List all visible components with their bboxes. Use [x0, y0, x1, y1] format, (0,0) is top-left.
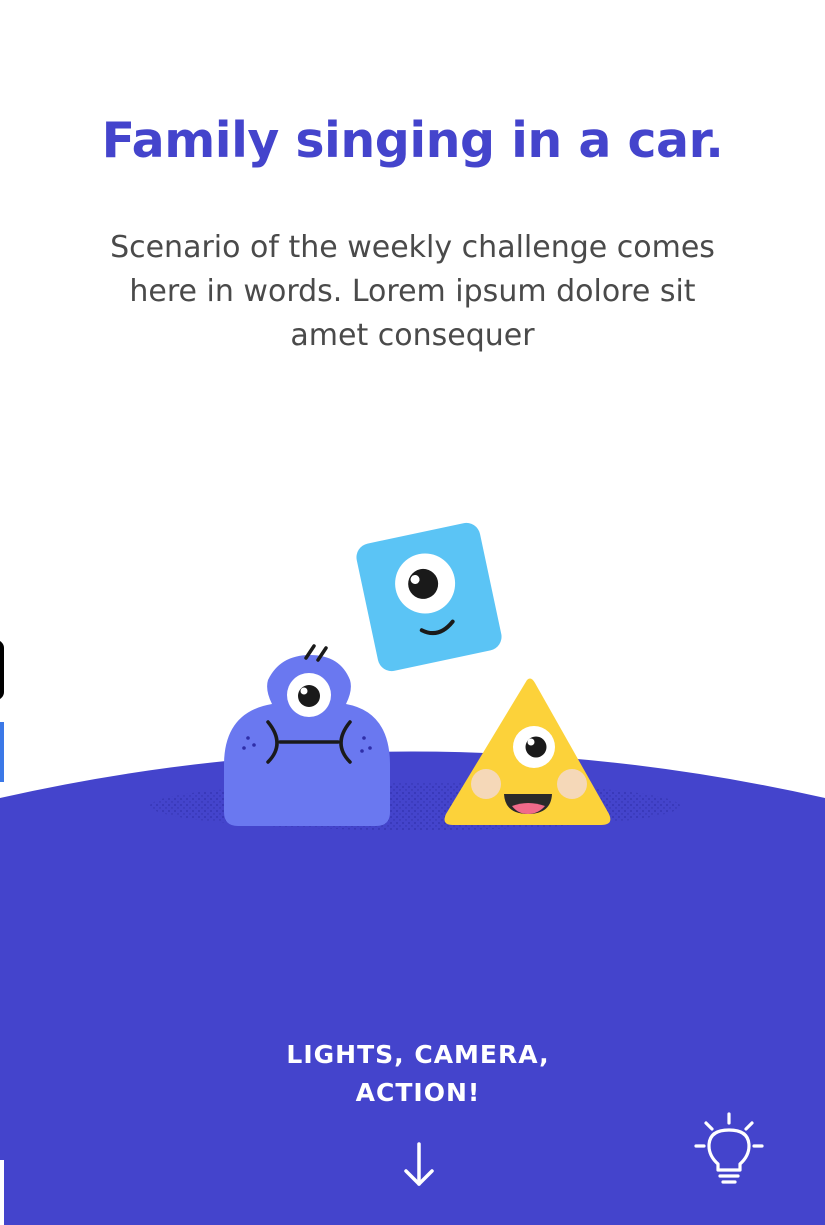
challenge-screen: Family singing in a car. Scenario of the…	[0, 0, 825, 1225]
lights-camera-action-button[interactable]: LIGHTS, CAMERA, ACTION!	[212, 1036, 624, 1112]
square-monster	[356, 522, 502, 672]
triangle-monster	[444, 678, 611, 825]
cta-label-line-1: LIGHTS, CAMERA,	[286, 1040, 550, 1069]
cta-label-line-2: ACTION!	[355, 1078, 481, 1107]
blob-monster	[224, 644, 390, 826]
lightbulb-icon[interactable]	[692, 1110, 766, 1190]
arrow-down-icon[interactable]	[398, 1140, 440, 1190]
